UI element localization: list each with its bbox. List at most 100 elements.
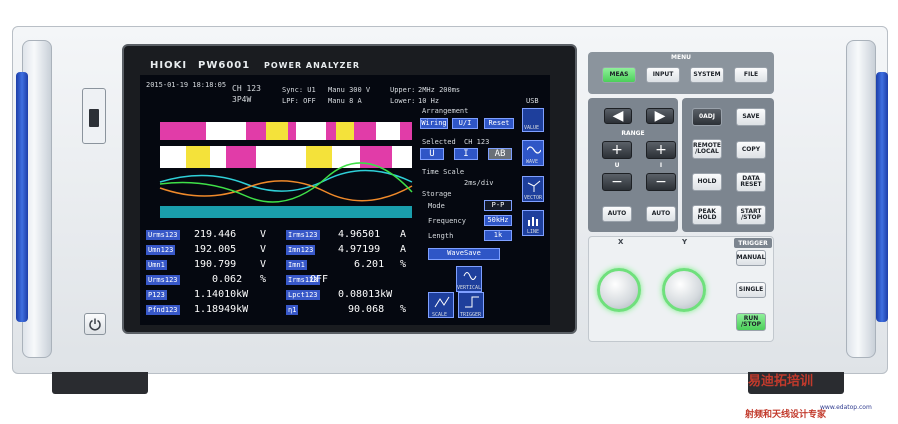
current-range: Manu 8 A [328,97,362,105]
ch-right-button[interactable]: ▶ [646,108,674,124]
vector-view-button[interactable]: VECTOR [522,176,544,202]
u-button[interactable]: U [420,148,444,160]
wiring-label: 3P4W [232,95,252,104]
measurement-row: η1 90.068% [286,303,416,318]
value-view-button[interactable]: VALUE [522,108,544,132]
scale-button[interactable]: SCALE [428,292,454,318]
measurement-row: P123 1.14010kW [146,288,281,303]
u-range-label: U [614,162,620,169]
ch-left-button[interactable]: ◀ [604,108,632,124]
vertical-button[interactable]: VERTICAL [456,266,482,292]
mode-value[interactable]: P-P [484,200,512,211]
usb-connector-icon [89,109,99,127]
wave-view-button[interactable]: WAVE [522,140,544,166]
trigger-screen-button[interactable]: TRIGGER [458,292,484,318]
right-handle [846,40,876,358]
run-stop-button[interactable]: RUN /STOP [736,313,766,331]
waveform-plot[interactable] [146,118,414,224]
trigger-section-label: TRIGGER [738,240,768,247]
measurement-value: 0.08013kW [338,289,393,300]
trigger-label: TRIGGER [460,312,482,318]
measurement-unit: % [260,274,267,285]
measurement-label: Imn1 [286,260,307,270]
save-button[interactable]: SAVE [736,108,766,126]
wiring-button[interactable]: Wiring [420,118,448,129]
measurement-label: Imn123 [286,245,316,255]
measurement-value: 192.005 [194,244,237,255]
power-button[interactable] [84,313,106,335]
hold-button[interactable]: HOLD [692,173,722,191]
wave-view-label: WAVE [526,159,539,165]
frequency-value[interactable]: 50kHz [484,215,512,226]
remote-local-button[interactable]: REMOTE /LOCAL [692,139,722,159]
left-side-trim [16,72,28,322]
lower-label: Lower: [390,97,416,105]
scale-label: SCALE [432,312,448,318]
i-range-label: I [659,162,663,169]
y-knob[interactable] [662,268,706,312]
length-value[interactable]: 1k [484,230,512,241]
i-button[interactable]: I [454,148,478,160]
manual-trigger-button[interactable]: MANUAL [736,250,766,266]
model-description: POWER ANALYZER [264,61,361,70]
measurement-row: Umn1 190.799 V [146,258,281,273]
measurement-value: 190.799 [194,259,237,270]
measurement-column-right: Irms123 4.96501 A Imn123 4.97199 A Imn1 6.201… [286,228,416,320]
voltage-pulse-trace [160,122,412,140]
x-knob[interactable] [597,268,641,312]
meas-button[interactable]: MEAS [602,67,636,83]
trigger-section: TRIGGER [734,238,772,248]
measurement-row: Urms123 0.062% [146,273,281,288]
selected-channel[interactable]: CH 123 [464,138,489,146]
system-button[interactable]: SYSTEM [690,67,724,83]
usb-port[interactable] [82,88,106,144]
measurement-value: 0.062 [212,274,243,285]
input-button[interactable]: INPUT [646,67,680,83]
reset-button[interactable]: Reset [484,118,514,129]
data-reset-button[interactable]: DATA RESET [736,172,766,192]
measurement-value: 219.446 [194,229,237,240]
arrangement-heading: Arrangement [422,107,469,115]
measurement-unit: V [260,259,267,270]
trigger-icon [465,296,479,308]
wavesave-button[interactable]: WaveSave [428,248,500,260]
measurement-label: Urms123 [146,230,180,240]
measurement-row: Urms123 219.446 V [146,228,281,243]
measurement-row: Lpct123 0.08013kW [286,288,416,303]
i-range-down-button[interactable]: − [646,173,676,191]
i-range-up-button[interactable]: + [646,141,676,159]
measurement-value: 4.96501 [338,229,381,240]
measurement-row: Umn123 192.005 V [146,243,281,258]
copy-button[interactable]: COPY [736,141,766,159]
ui-button[interactable]: U/I [452,118,478,129]
lpf-label: LPF: OFF [282,97,316,105]
measurement-value: 90.068 [348,304,385,315]
zero-adjust-button[interactable]: 0ADJ [692,108,722,126]
frequency-label: Frequency [428,217,466,225]
scale-icon [434,296,450,308]
single-trigger-button[interactable]: SINGLE [736,282,766,298]
u-range-down-button[interactable]: − [602,173,632,191]
measurement-row: Imn1 6.201% [286,258,416,273]
measurement-value: 6.201 [354,259,385,270]
measurement-unit: V [260,229,267,240]
ab-button[interactable]: AB [488,148,512,160]
measurement-value: OFF [310,274,329,285]
peak-hold-button[interactable]: PEAK HOLD [692,205,722,225]
measurement-label: P123 [146,290,167,300]
measurement-unit: % [400,304,407,315]
line-view-button[interactable]: LINE [522,210,544,236]
measurement-row: Imn123 4.97199 A [286,243,416,258]
power-icon [89,318,101,331]
brand-logo: HIOKI [150,60,188,71]
i-auto-button[interactable]: AUTO [646,206,676,222]
u-range-up-button[interactable]: + [602,141,632,159]
sync-label: Sync: U1 [282,86,316,94]
start-stop-button[interactable]: START /STOP [736,205,766,225]
menu-title: MENU [671,54,691,61]
usb-label: USB [526,97,539,105]
y-knob-label: Y [682,238,688,246]
u-auto-button[interactable]: AUTO [602,206,632,222]
file-button[interactable]: FILE [734,67,768,83]
channel-label: CH 123 [232,84,261,93]
